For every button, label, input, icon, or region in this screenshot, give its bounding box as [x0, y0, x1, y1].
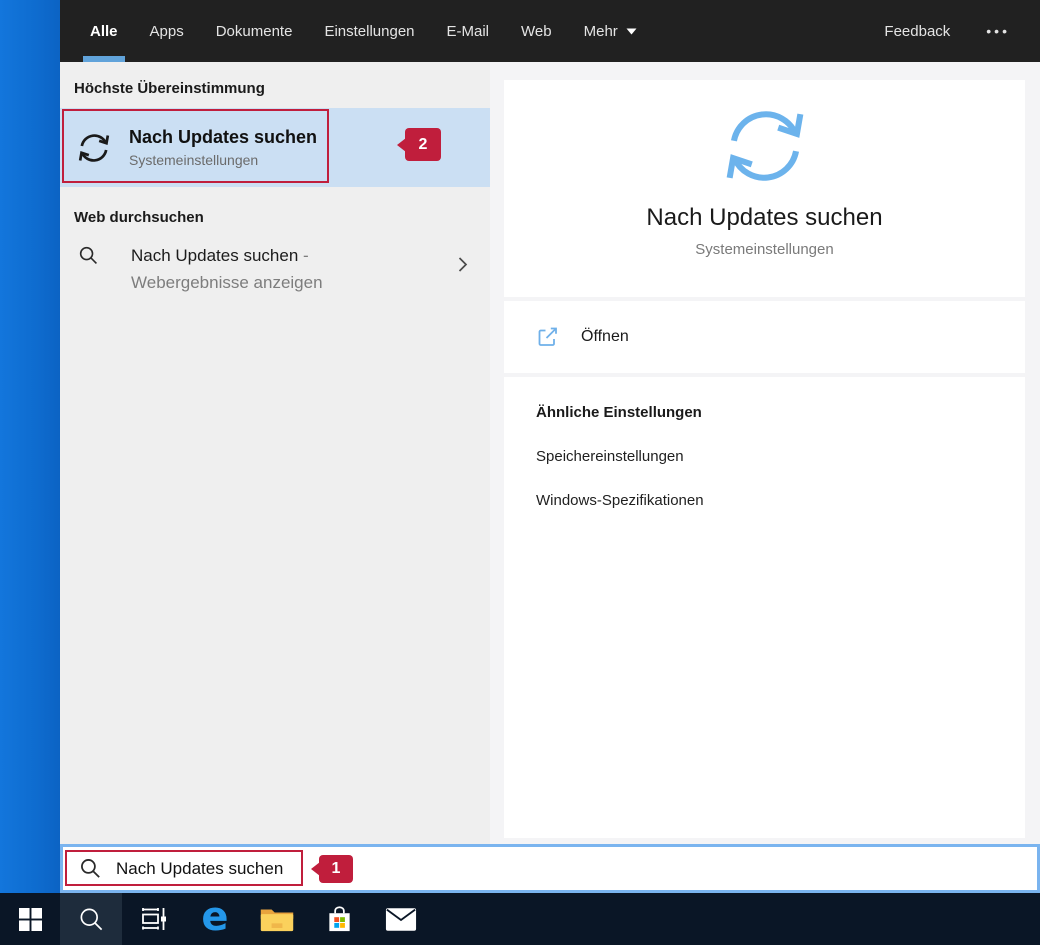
nav-right-group: Feedback ••• [884, 0, 1040, 62]
best-match-header: Höchste Übereinstimmung [74, 80, 265, 97]
task-view-icon [142, 908, 166, 930]
web-search-query: Nach Updates suchen [131, 246, 299, 265]
search-icon [80, 908, 102, 930]
annotation-badge-1: 1 [319, 855, 353, 883]
preview-title: Nach Updates suchen [646, 204, 883, 231]
search-bar: 1 [60, 844, 1040, 893]
tab-mehr-label: Mehr [583, 22, 618, 40]
tab-email-label: E-Mail [446, 22, 490, 40]
task-view-button[interactable] [122, 893, 184, 945]
taskbar: e [0, 893, 1040, 945]
tab-email[interactable]: E-Mail [447, 0, 490, 62]
microsoft-store-icon [328, 905, 350, 931]
tab-einstellungen-label: Einstellungen [324, 22, 415, 40]
results-panel: Höchste Übereinstimmung Nach Updates suc… [60, 62, 490, 844]
related-item-speichereinstellungen[interactable]: Speichereinstellungen [536, 448, 1025, 465]
best-match-subtitle: Systemeinstellungen [129, 152, 259, 168]
edge-button[interactable]: e [184, 893, 246, 945]
tab-dokumente-label: Dokumente [215, 22, 293, 40]
taskbar-search-button[interactable] [60, 893, 122, 945]
chevron-right-icon[interactable] [458, 256, 468, 273]
search-flyout-window: Alle Apps Dokumente Einstellungen E-Mail… [60, 0, 1040, 893]
best-match-text: Nach Updates suchen Systemeinstellungen [129, 127, 317, 168]
web-search-text: Nach Updates suchen - Webergebnisse anze… [131, 242, 429, 296]
related-settings-header: Ähnliche Einstellungen [536, 404, 702, 421]
tab-web[interactable]: Web [521, 0, 552, 62]
search-filter-bar: Alle Apps Dokumente Einstellungen E-Mail… [60, 0, 1040, 62]
tab-apps[interactable]: Apps [150, 0, 184, 62]
preview-panel: Nach Updates suchen Systemeinstellungen … [490, 62, 1040, 844]
feedback-button[interactable]: Feedback [884, 23, 950, 40]
search-input[interactable] [116, 847, 1037, 890]
search-icon [79, 246, 97, 264]
best-match-title: Nach Updates suchen [129, 127, 318, 147]
chevron-down-icon [626, 28, 637, 34]
tab-web-label: Web [521, 22, 552, 40]
file-explorer-button[interactable] [246, 893, 308, 945]
edge-icon: e [201, 894, 229, 940]
tab-alle-label: Alle [90, 22, 118, 40]
overflow-menu-button[interactable]: ••• [986, 23, 1010, 39]
mail-button[interactable] [370, 893, 432, 945]
web-search-header: Web durchsuchen [74, 209, 204, 226]
start-button[interactable] [0, 893, 60, 945]
results-body: Höchste Übereinstimmung Nach Updates suc… [60, 62, 1040, 844]
tab-mehr[interactable]: Mehr [584, 0, 637, 62]
open-action-row[interactable]: Öffnen [504, 301, 1025, 373]
annotation-badge-2: 2 [405, 128, 441, 161]
open-action-label: Öffnen [581, 328, 629, 345]
windows-logo-icon [18, 907, 42, 931]
preview-subtitle: Systemeinstellungen [695, 241, 834, 258]
filter-tabs: Alle Apps Dokumente Einstellungen E-Mail… [83, 0, 637, 62]
windows-search-screen: Alle Apps Dokumente Einstellungen E-Mail… [0, 0, 1040, 945]
web-search-result[interactable]: Nach Updates suchen - Webergebnisse anze… [60, 242, 490, 296]
related-item-windows-spezifikationen[interactable]: Windows-Spezifikationen [536, 492, 1025, 509]
desktop-background [0, 0, 60, 893]
related-settings-card: Ähnliche Einstellungen Speichereinstellu… [504, 377, 1025, 838]
search-icon [81, 859, 100, 878]
refresh-icon-large [726, 111, 803, 181]
tab-alle[interactable]: Alle [83, 0, 125, 62]
file-explorer-icon [260, 908, 294, 931]
tab-apps-label: Apps [149, 22, 184, 40]
preview-card: Nach Updates suchen Systemeinstellungen [504, 80, 1025, 297]
open-external-icon [538, 327, 557, 346]
refresh-icon [78, 133, 110, 162]
store-button[interactable] [308, 893, 370, 945]
tab-dokumente[interactable]: Dokumente [216, 0, 293, 62]
tab-einstellungen[interactable]: Einstellungen [324, 0, 414, 62]
mail-icon [385, 907, 417, 931]
